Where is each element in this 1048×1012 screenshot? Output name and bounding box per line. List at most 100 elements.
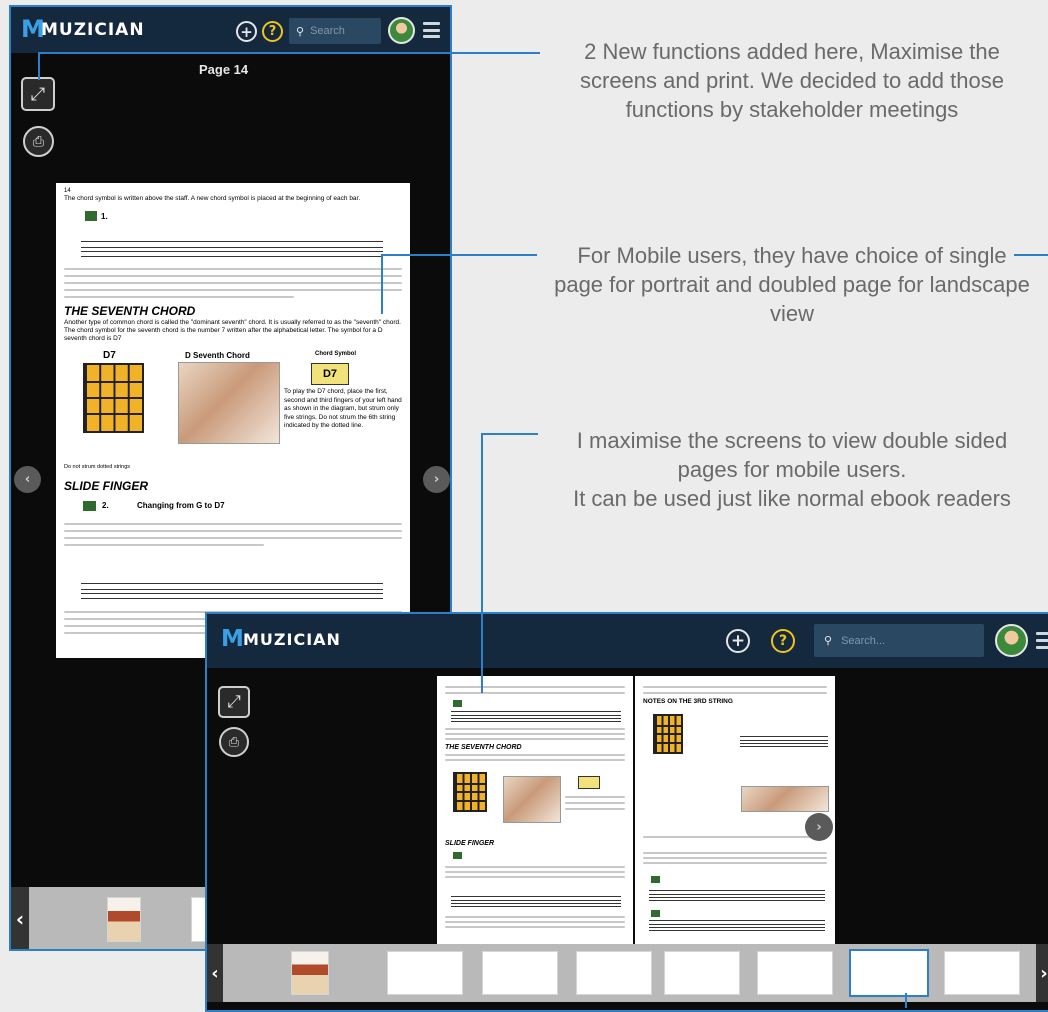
book-page-left: THE SEVENTH CHORD SLIDE FINGER <box>437 676 633 954</box>
leader-line-functions <box>38 52 540 54</box>
play-example-icon[interactable] <box>453 852 462 859</box>
print-icon: ⎙ <box>228 734 240 750</box>
leader-line-mobile <box>381 254 537 256</box>
page-thumbnail[interactable] <box>107 897 141 942</box>
paragraph-lines <box>64 275 402 277</box>
paragraph-lines <box>445 686 625 688</box>
play-example-icon[interactable] <box>651 876 660 883</box>
maximise-screen-icon: ⤢ <box>30 83 46 105</box>
d7-instructions: To play the D7 chord, place the first, s… <box>284 388 402 429</box>
thumbnail-strip: ‹ › <box>207 944 1048 1002</box>
chord-diagram-label: D7 <box>103 350 116 361</box>
brand-name[interactable]: MUZICIAN <box>41 20 145 40</box>
page-label: Page 14 <box>199 62 249 77</box>
music-staff-5 <box>649 920 825 931</box>
paragraph-lines <box>565 808 625 810</box>
brand-logo-mark[interactable]: M <box>221 626 244 652</box>
annotation-new-functions: 2 New functions added here, Maximise the… <box>580 39 1004 122</box>
paragraph-lines <box>643 686 827 688</box>
add-circle-icon[interactable]: + <box>236 21 257 42</box>
paragraph-lines <box>445 728 625 730</box>
next-page-button[interactable]: › <box>423 466 450 493</box>
music-staff-2 <box>451 896 621 907</box>
paragraph-lines <box>643 692 827 694</box>
page-thumbnail[interactable] <box>757 951 833 995</box>
leader-line-mobile <box>381 254 383 314</box>
paragraph-lines <box>64 530 402 532</box>
music-staff-1 <box>81 241 383 257</box>
user-avatar[interactable] <box>995 624 1028 657</box>
page-thumbnail[interactable] <box>387 951 463 995</box>
landscape-reader-window: M MUZICIAN + ? ⚲ Search... ⤢ ⎙ ‹ THE SEV… <box>205 612 1048 1012</box>
chevron-left-icon: ‹ <box>15 907 25 931</box>
print-button[interactable]: ⎙ <box>219 727 249 757</box>
page-thumbnail-selected[interactable] <box>849 949 929 997</box>
play-example-icon[interactable] <box>83 501 96 511</box>
paragraph-lines <box>643 857 827 859</box>
paragraph-lines <box>565 802 625 804</box>
strip-prev-button[interactable]: ‹ <box>207 944 223 1002</box>
paragraph-lines <box>64 523 402 525</box>
paragraph-lines <box>64 268 402 270</box>
play-example-icon[interactable] <box>651 910 660 917</box>
chevron-left-icon: ‹ <box>24 472 31 487</box>
guitar-hand-photo <box>178 362 280 444</box>
page-thumbnail[interactable] <box>664 951 740 995</box>
chord-symbol-label: Chord Symbol <box>315 351 357 357</box>
paragraph-lines <box>445 916 625 918</box>
paragraph-lines <box>445 692 625 694</box>
seventh-chord-heading: THE SEVENTH CHORD <box>64 304 196 318</box>
page-thumbnail[interactable] <box>576 951 652 995</box>
chord-symbol-box: D7 <box>311 363 349 385</box>
seventh-chord-text: Another type of common chord is called t… <box>64 319 401 342</box>
paragraph-lines <box>445 754 625 756</box>
book-page: 14 The chord symbol is written above the… <box>56 183 410 658</box>
maximise-screen-button[interactable]: ⤢ <box>218 686 250 718</box>
paragraph-lines <box>64 544 264 546</box>
seventh-chord-heading: THE SEVENTH CHORD <box>445 744 522 751</box>
prev-page-button[interactable]: ‹ <box>14 466 41 493</box>
leader-line-mobile-right <box>1014 254 1048 256</box>
page-thumbnail[interactable] <box>291 951 329 995</box>
paragraph-lines <box>64 289 402 291</box>
brand-name[interactable]: MUZICIAN <box>243 630 341 649</box>
user-avatar[interactable] <box>388 17 415 44</box>
paragraph-lines <box>445 926 625 928</box>
hamburger-menu-icon[interactable] <box>423 22 440 38</box>
chord-symbol-box <box>578 776 600 789</box>
strip-next-button[interactable]: › <box>1036 944 1048 1002</box>
add-circle-icon[interactable]: + <box>726 629 750 653</box>
do-not-strum-note: Do not strum dotted strings <box>64 464 131 470</box>
page-number: 14 <box>64 188 71 194</box>
maximise-screen-button[interactable]: ⤢ <box>21 77 55 111</box>
help-question-icon[interactable]: ? <box>262 21 283 42</box>
paragraph-lines <box>64 296 294 298</box>
search-input[interactable]: ⚲ Search... <box>814 624 984 657</box>
d7-chord-diagram <box>83 363 144 433</box>
search-input[interactable]: ⚲ Search <box>289 18 381 44</box>
play-example-icon[interactable] <box>85 211 97 221</box>
play-example-icon[interactable] <box>453 700 462 707</box>
search-placeholder: Search <box>310 25 345 37</box>
music-staff-2 <box>81 583 383 599</box>
hamburger-menu-icon[interactable] <box>1036 632 1048 649</box>
leader-line-thumbnail <box>905 993 907 1008</box>
page-thumbnail[interactable] <box>482 951 558 995</box>
leader-line-double <box>481 433 538 435</box>
note-fret-diagram <box>653 714 683 754</box>
strip-prev-button[interactable]: ‹ <box>11 887 29 949</box>
print-button[interactable]: ⎙ <box>23 126 54 157</box>
paragraph-lines <box>445 921 625 923</box>
paragraph-lines <box>643 862 827 864</box>
top-bar: M MUZICIAN + ? ⚲ Search <box>11 7 450 53</box>
page-thumbnail[interactable] <box>944 951 1020 995</box>
chevron-right-icon: › <box>433 472 440 487</box>
paragraph-lines <box>64 282 402 284</box>
paragraph-lines <box>445 733 625 735</box>
chevron-right-icon: › <box>1040 962 1048 984</box>
intro-text: The chord symbol is written above the st… <box>64 195 361 202</box>
paragraph-lines <box>643 836 827 838</box>
help-question-icon[interactable]: ? <box>771 629 795 653</box>
next-page-button[interactable]: › <box>805 813 833 841</box>
example-2-title: Changing from G to D7 <box>137 501 225 510</box>
